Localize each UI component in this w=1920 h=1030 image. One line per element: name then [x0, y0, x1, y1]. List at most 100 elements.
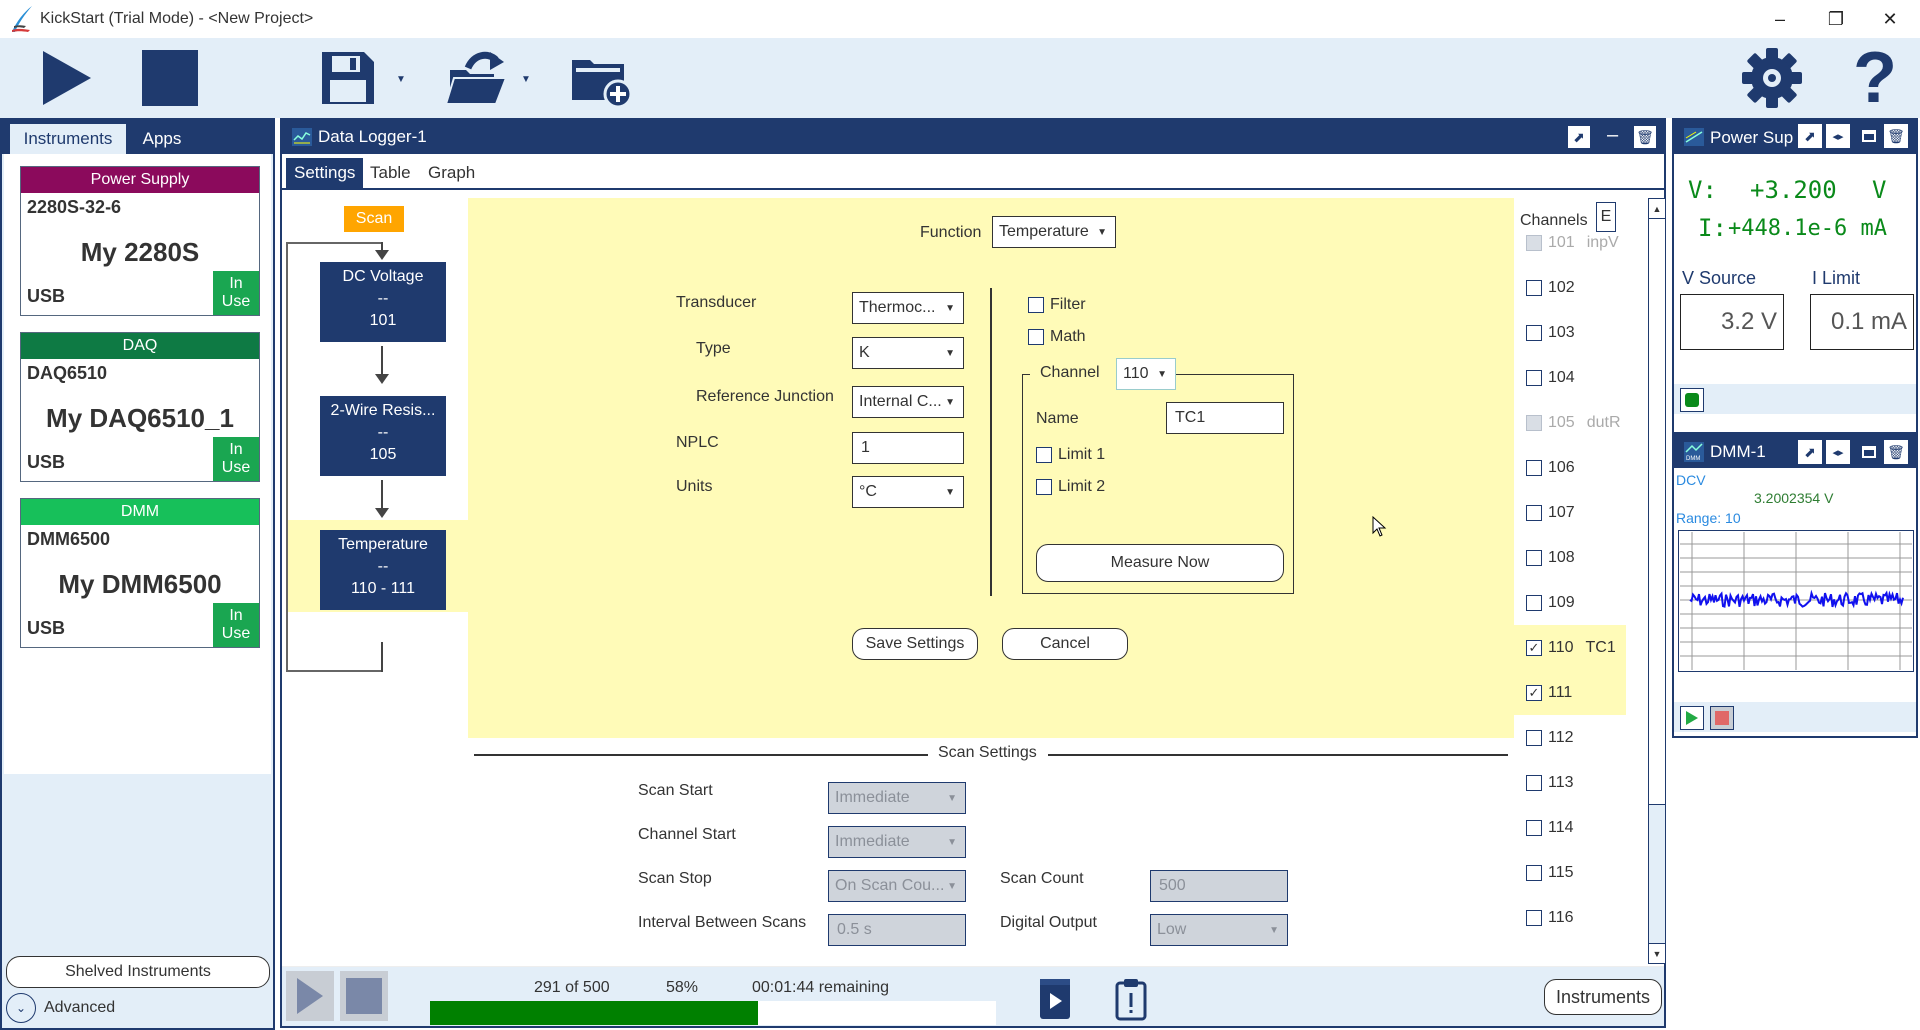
nplc-input[interactable]: 1	[852, 432, 964, 464]
measure-now-button[interactable]: Measure Now	[1036, 544, 1284, 582]
channel-checkbox[interactable]	[1526, 819, 1548, 836]
tab-graph[interactable]: Graph	[420, 158, 483, 188]
channel-checkbox[interactable]: ✓	[1526, 684, 1548, 701]
popout-icon[interactable]: ⬈	[1798, 124, 1822, 148]
minimize-panel-icon[interactable]: –	[1607, 124, 1618, 147]
channel-row[interactable]: ✓ 110 TC1	[1514, 625, 1626, 670]
flow-step-resistance[interactable]: 2-Wire Resis... -- 105	[320, 396, 446, 476]
instruments-button[interactable]: Instruments	[1544, 979, 1662, 1015]
channel-row[interactable]: 113	[1514, 760, 1626, 805]
limit2-checkbox[interactable]: Limit 2	[1036, 478, 1105, 496]
channel-checkbox[interactable]	[1526, 234, 1548, 251]
channel-row[interactable]: 104	[1514, 355, 1626, 400]
close-button[interactable]: ✕	[1872, 6, 1908, 32]
channel-row[interactable]: 105 dutR	[1514, 400, 1626, 445]
scan-stop-select[interactable]: On Scan Cou... ▼	[828, 870, 966, 902]
channel-row[interactable]: 106	[1514, 445, 1626, 490]
type-select[interactable]: K ▼	[852, 337, 964, 369]
popout-icon[interactable]: ⬈	[1568, 126, 1590, 148]
output-toggle[interactable]	[1680, 388, 1704, 412]
channel-row[interactable]: 116	[1514, 895, 1626, 940]
channel-checkbox[interactable]: ✓	[1526, 639, 1548, 656]
shelved-instruments-button[interactable]: Shelved Instruments	[6, 956, 270, 988]
channel-row[interactable]: ✓ 111	[1514, 670, 1626, 715]
channel-row[interactable]: 114	[1514, 805, 1626, 850]
channel-checkbox[interactable]	[1526, 864, 1548, 881]
channel-checkbox[interactable]	[1526, 324, 1548, 341]
popout-icon[interactable]: ⬈	[1798, 440, 1822, 464]
save-dropdown-caret-icon[interactable]: ▼	[396, 74, 406, 85]
channel-checkbox[interactable]	[1526, 369, 1548, 386]
scroll-thumb[interactable]	[1649, 219, 1665, 805]
scan-run-button[interactable]	[286, 971, 334, 1021]
channel-scrollbar[interactable]: ▲ ▼	[1648, 198, 1666, 964]
instrument-card-dmm[interactable]: DMM DMM6500 My DMM6500 USB In Use	[20, 498, 260, 648]
channel-checkbox[interactable]	[1526, 594, 1548, 611]
dmm-run-button[interactable]	[1680, 706, 1704, 730]
open-button[interactable]	[444, 46, 510, 110]
restore-button[interactable]: ❐	[1818, 6, 1854, 32]
tab-table[interactable]: Table	[362, 158, 419, 188]
channel-row[interactable]: 108	[1514, 535, 1626, 580]
scroll-down-icon[interactable]: ▼	[1649, 943, 1665, 963]
cancel-button[interactable]: Cancel	[1002, 628, 1128, 660]
run-button[interactable]	[36, 46, 96, 110]
event-log-button[interactable]	[1114, 977, 1148, 1021]
save-button[interactable]	[318, 46, 378, 110]
channel-row[interactable]: 102	[1514, 265, 1626, 310]
open-dropdown-caret-icon[interactable]: ▼	[521, 74, 531, 85]
maximize-icon[interactable]	[1862, 446, 1876, 458]
scan-stop-button[interactable]	[340, 971, 388, 1021]
channel-row[interactable]: 107	[1514, 490, 1626, 535]
scan-label[interactable]: Scan	[344, 206, 404, 232]
instrument-card-daq[interactable]: DAQ DAQ6510 My DAQ6510_1 USB In Use	[20, 332, 260, 482]
resize-icon[interactable]: ◂▸	[1826, 440, 1850, 464]
save-settings-button[interactable]: Save Settings	[852, 628, 978, 660]
transducer-select[interactable]: Thermoc... ▼	[852, 292, 964, 324]
minimize-button[interactable]: –	[1762, 6, 1798, 32]
new-project-button[interactable]	[568, 46, 634, 110]
channel-checkbox[interactable]	[1526, 909, 1548, 926]
channel-name-input[interactable]: TC1	[1166, 402, 1284, 434]
dmm-stop-button[interactable]	[1710, 706, 1734, 730]
trash-icon[interactable]: 🗑	[1884, 124, 1908, 148]
advanced-toggle[interactable]: ⌄ Advanced	[6, 992, 115, 1024]
function-select[interactable]: Temperature ▼	[992, 216, 1116, 248]
channel-checkbox[interactable]	[1526, 459, 1548, 476]
stop-button[interactable]	[138, 46, 202, 110]
digital-output-select[interactable]: Low ▼	[1150, 914, 1288, 946]
settings-button[interactable]	[1740, 46, 1804, 110]
channel-checkbox[interactable]	[1526, 279, 1548, 296]
channel-checkbox[interactable]	[1526, 549, 1548, 566]
channel-start-select[interactable]: Immediate ▼	[828, 826, 966, 858]
scan-start-select[interactable]: Immediate ▼	[828, 782, 966, 814]
channel-checkbox[interactable]	[1526, 774, 1548, 791]
i-limit-input[interactable]: 0.1 mA	[1810, 294, 1914, 350]
trash-icon[interactable]: 🗑	[1634, 126, 1656, 148]
tab-apps[interactable]: Apps	[132, 124, 192, 154]
resize-icon[interactable]: ◂▸	[1826, 124, 1850, 148]
channel-checkbox[interactable]	[1526, 729, 1548, 746]
math-checkbox[interactable]: Math	[1028, 328, 1086, 346]
reference-junction-select[interactable]: Internal C... ▼	[852, 386, 964, 418]
flow-step-temperature[interactable]: Temperature -- 110 - 111	[320, 530, 446, 610]
channel-row[interactable]: 112	[1514, 715, 1626, 760]
channel-select[interactable]: 110 ▼	[1116, 358, 1176, 390]
scan-count-input[interactable]: 500	[1150, 870, 1288, 902]
maximize-icon[interactable]	[1862, 130, 1876, 142]
v-source-input[interactable]: 3.2 V	[1680, 294, 1784, 350]
units-select[interactable]: °C ▼	[852, 476, 964, 508]
limit1-checkbox[interactable]: Limit 1	[1036, 446, 1105, 464]
channel-checkbox[interactable]	[1526, 414, 1548, 431]
flow-step-dc-voltage[interactable]: DC Voltage -- 101	[320, 262, 446, 342]
channel-row[interactable]: 103	[1514, 310, 1626, 355]
interval-input[interactable]: 0.5 s	[828, 914, 966, 946]
instrument-card-power-supply[interactable]: Power Supply 2280S-32-6 My 2280S USB In U…	[20, 166, 260, 316]
trash-icon[interactable]: 🗑	[1884, 440, 1908, 464]
channel-row[interactable]: 115	[1514, 850, 1626, 895]
channel-row[interactable]: 101 inpV	[1514, 220, 1626, 265]
filter-checkbox[interactable]: Filter	[1028, 296, 1086, 314]
channel-row[interactable]: 109	[1514, 580, 1626, 625]
tab-settings[interactable]: Settings	[286, 158, 364, 188]
channel-checkbox[interactable]	[1526, 504, 1548, 521]
